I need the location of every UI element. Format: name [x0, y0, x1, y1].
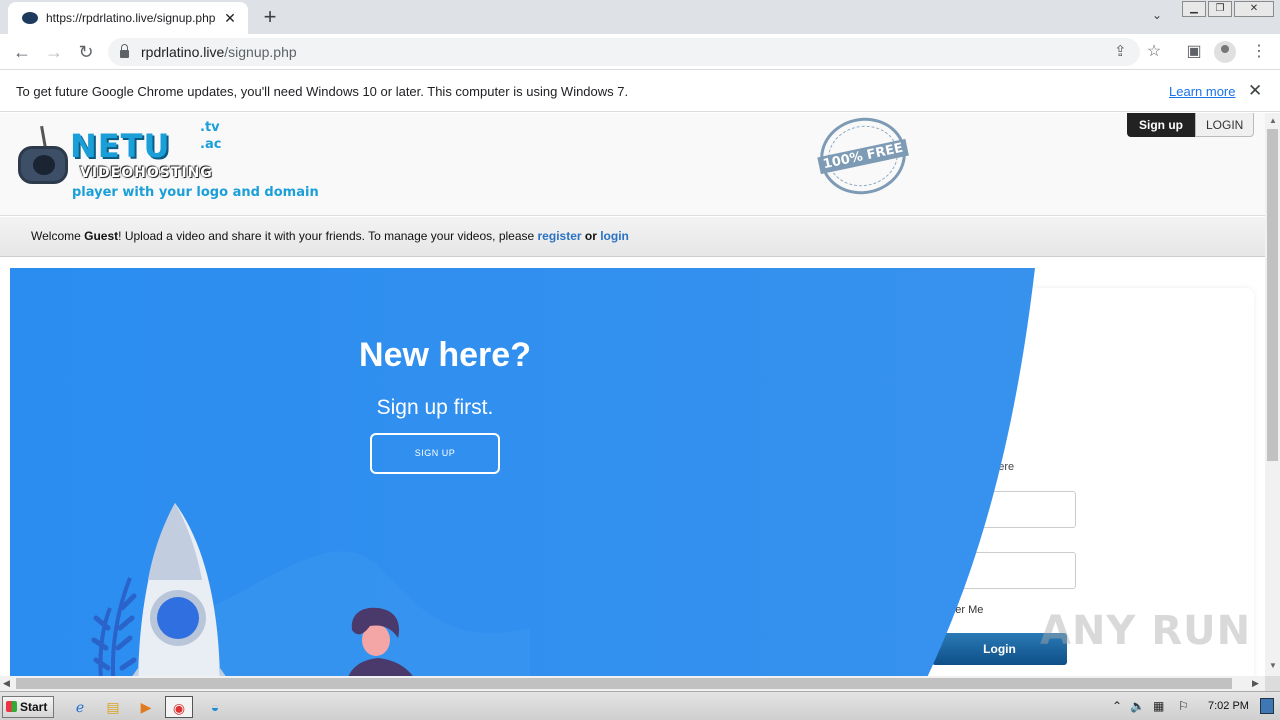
logo-tld-ac: .ac	[200, 137, 222, 152]
menu-kebab-icon[interactable]: ⋮	[1248, 41, 1270, 61]
header-signup-button[interactable]: Sign up	[1127, 113, 1195, 137]
tab-search-chevron-icon[interactable]: ⌄	[1152, 8, 1162, 22]
scrollbar-corner	[1265, 676, 1280, 691]
back-arrow-icon[interactable]: ←	[10, 40, 34, 64]
panel-signup-button[interactable]: SIGN UP	[370, 433, 500, 474]
forward-arrow-icon[interactable]: →	[42, 40, 66, 64]
browser-toolbar: ← → ↻ rpdrlatino.live/signup.php ⇪ ☆ ▣ ⋮	[0, 34, 1280, 70]
scroll-down-icon[interactable]: ▼	[1269, 661, 1277, 670]
network-icon[interactable]: ▦	[1153, 699, 1164, 713]
learn-more-link[interactable]: Learn more	[1169, 84, 1235, 99]
profile-avatar-icon[interactable]	[1214, 41, 1236, 63]
scroll-right-icon[interactable]: ▶	[1252, 678, 1259, 689]
share-icon[interactable]: ⇪	[1114, 42, 1127, 60]
guest-name: Guest	[84, 229, 119, 243]
anyrun-watermark: ANY RUN	[1040, 608, 1252, 654]
logo-subtitle: VIDEOHOSTING	[80, 165, 213, 181]
panel-title: New here?	[359, 336, 531, 374]
vertical-scroll-thumb[interactable]	[1267, 129, 1278, 461]
horizontal-scroll-thumb[interactable]	[16, 678, 1232, 689]
logo-tld-tv: .tv	[200, 120, 220, 135]
bookmark-star-icon[interactable]: ☆	[1143, 41, 1165, 61]
signup-panel-background	[10, 268, 1035, 676]
welcome-prefix: Welcome	[31, 229, 85, 243]
address-bar[interactable]: rpdrlatino.live/signup.php ⇪	[108, 38, 1140, 66]
vertical-scrollbar[interactable]: ▲ ▼	[1265, 113, 1280, 676]
internet-explorer-icon[interactable]: ℯ	[66, 696, 94, 718]
infobar-message: To get future Google Chrome updates, you…	[16, 84, 629, 99]
page-viewport: NETU VIDEOHOSTING .tv .ac player with yo…	[0, 113, 1265, 676]
reload-icon[interactable]: ↻	[74, 40, 98, 64]
register-link[interactable]: register	[538, 229, 582, 243]
window-controls: ▁ ❐ ✕	[1182, 1, 1274, 17]
scroll-left-icon[interactable]: ◀	[3, 678, 10, 689]
infobar-close-icon[interactable]: ✕	[1248, 81, 1262, 101]
side-panel-icon[interactable]: ▣	[1183, 41, 1205, 61]
start-button[interactable]: Start	[2, 696, 54, 718]
volume-icon[interactable]: 🔈	[1130, 699, 1145, 713]
logo-antenna	[40, 125, 47, 149]
panel-subtitle: Sign up first.	[376, 396, 494, 419]
welcome-message: Welcome Guest! Upload a video and share …	[31, 229, 629, 243]
login-link[interactable]: login	[600, 229, 629, 243]
browser-tab[interactable]: https://rpdrlatino.live/signup.php ✕	[8, 2, 248, 34]
edge-icon[interactable]: ◒	[201, 696, 229, 718]
restore-icon[interactable]: ❐	[1208, 1, 1232, 17]
site-header: NETU VIDEOHOSTING .tv .ac player with yo…	[0, 113, 1265, 216]
minimize-icon[interactable]: ▁	[1182, 1, 1206, 17]
lock-icon[interactable]	[120, 44, 129, 58]
action-center-flag-icon[interactable]: ⚐	[1178, 699, 1189, 713]
window-close-icon[interactable]: ✕	[1234, 1, 1274, 17]
file-explorer-icon[interactable]: ▤	[99, 696, 127, 718]
site-favicon-icon	[22, 12, 38, 24]
stamp-text: 100% FREE	[817, 138, 909, 174]
auth-buttons: Sign up LOGIN	[1127, 113, 1255, 137]
tab-close-icon[interactable]: ✕	[222, 10, 238, 27]
welcome-text: ! Upload a video and share it with your …	[118, 229, 538, 243]
new-tab-button[interactable]: +	[258, 5, 282, 29]
horizontal-scrollbar[interactable]: ◀ ▶	[0, 676, 1265, 691]
scroll-up-icon[interactable]: ▲	[1269, 116, 1277, 125]
windows-taskbar: Start ℯ ▤ ▶ ◉ ◒ ⌃ 🔈 ▦ ⚐ 7:02 PM	[0, 691, 1280, 720]
tray-expand-icon[interactable]: ⌃	[1112, 699, 1122, 713]
logo-name: NETU	[70, 127, 171, 165]
browser-tab-bar: https://rpdrlatino.live/signup.php ✕ + ⌄…	[0, 0, 1280, 34]
welcome-bar: Welcome Guest! Upload a video and share …	[0, 217, 1265, 257]
free-stamp-badge: 100% FREE	[813, 113, 913, 203]
tab-title: https://rpdrlatino.live/signup.php	[46, 11, 216, 25]
signup-panel: New here? Sign up first. SIGN UP	[10, 268, 1035, 676]
show-desktop-icon[interactable]	[1260, 698, 1274, 714]
tv-logo-icon	[18, 146, 68, 184]
header-login-button[interactable]: LOGIN	[1195, 113, 1255, 137]
site-tagline: player with your logo and domain	[72, 185, 319, 200]
welcome-or: or	[581, 229, 601, 243]
chrome-taskbar-icon[interactable]: ◉	[165, 696, 193, 718]
chrome-update-infobar: To get future Google Chrome updates, you…	[0, 71, 1280, 112]
taskbar-clock[interactable]: 7:02 PM	[1208, 700, 1249, 712]
url-path: /signup.php	[224, 44, 297, 60]
media-player-icon[interactable]: ▶	[132, 696, 160, 718]
url-host: rpdrlatino.live	[141, 44, 225, 60]
